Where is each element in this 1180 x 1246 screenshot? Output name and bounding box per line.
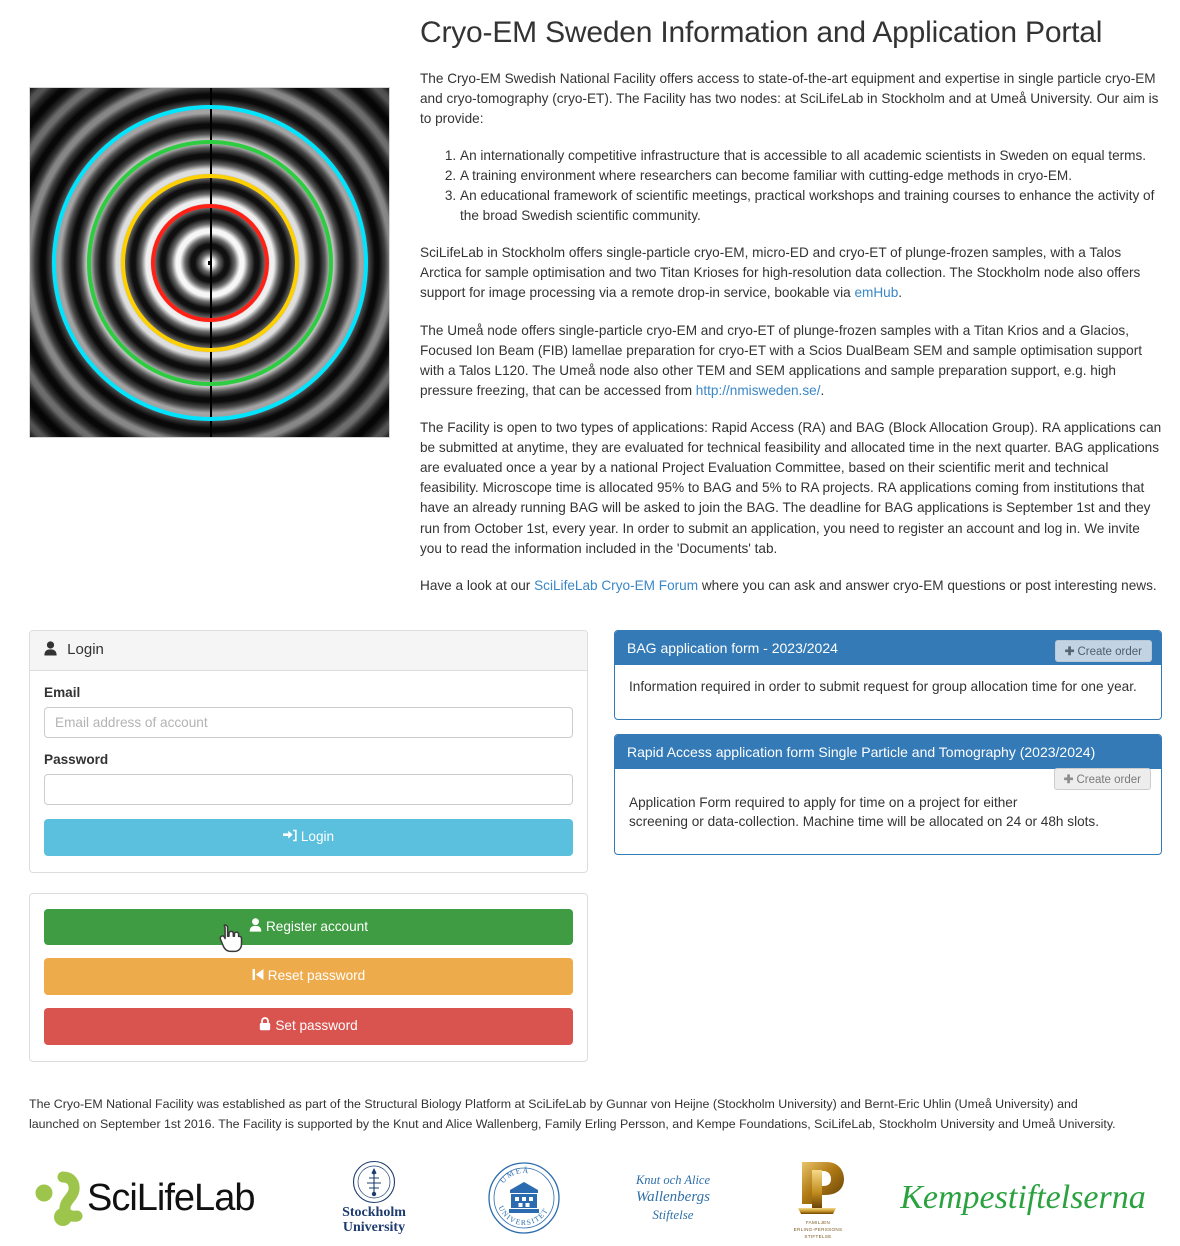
login-panel-body: Email Password Login (30, 671, 587, 872)
plus-icon: ✚ (1063, 773, 1074, 786)
umea-seal-top-text: UMEÅ (498, 1166, 529, 1185)
stockholm-university-line1: Stockholm (342, 1205, 406, 1221)
panels-section: Login Email Password Login (0, 629, 1180, 1082)
step-backward-icon (252, 968, 264, 986)
stockholm-text-a: SciLifeLab in Stockholm offers single-pa… (420, 245, 1141, 301)
nmisweden-link[interactable]: http://nmisweden.se/ (696, 383, 821, 398)
scilifelab-mark-icon (35, 1171, 83, 1227)
aims-list-item: An educational framework of scientific m… (460, 186, 1162, 226)
kaw-line-2: Wallenbergs (636, 1189, 710, 1206)
email-input[interactable] (44, 706, 573, 738)
email-field-group: Email (44, 685, 573, 738)
account-actions-body: Register account Reset password Set pass… (30, 894, 587, 1061)
set-password-button[interactable]: Set password (44, 1007, 573, 1045)
cryo-em-forum-link[interactable]: SciLifeLab Cryo-EM Forum (534, 578, 698, 593)
login-button[interactable]: Login (44, 818, 573, 856)
ctf-left-half (30, 88, 210, 437)
login-panel-title: Login (67, 640, 104, 658)
order-form-bag-description: Information required in order to submit … (629, 678, 1137, 694)
lock-icon (259, 1017, 271, 1036)
order-forms-column: BAG application form - 2023/2024 ✚ Create… (588, 629, 1162, 1082)
left-panel-column: Login Email Password Login (0, 629, 588, 1082)
password-label: Password (44, 751, 109, 767)
aims-list-item: A training environment where researchers… (460, 166, 1162, 186)
umea-paragraph: The Umeå node offers single-particle cry… (420, 321, 1162, 401)
umea-university-logo: UMEÅ UNIVERSITET (450, 1160, 598, 1236)
erling-persson-line-2: ERLING-PERSSONS (793, 1226, 843, 1232)
scilifelab-wordmark: SciLifeLab (87, 1176, 255, 1219)
ctf-right-half (209, 88, 389, 437)
kaw-line-1: Knut och Alice (635, 1172, 711, 1187)
password-field-group: Password (44, 752, 573, 805)
page-root: Cryo-EM Sweden Information and Applicati… (0, 0, 1180, 1246)
aims-list: An internationally competitive infrastru… (420, 146, 1162, 226)
reset-password-button[interactable]: Reset password (44, 958, 573, 995)
umea-university-seal-icon: UMEÅ UNIVERSITET (488, 1162, 560, 1234)
kaw-line-3: Stiftelse (652, 1207, 694, 1223)
erling-persson-line-1: FAMILJEN (805, 1219, 831, 1225)
stockholm-university-line2: University (342, 1220, 406, 1236)
stockholm-university-seal-icon (352, 1161, 396, 1204)
create-order-button-rapid-access[interactable]: ✚ Create order (1053, 767, 1151, 790)
ctf-center-dot (207, 260, 212, 265)
create-order-bag-label: Create order (1077, 645, 1142, 658)
login-panel: Login Email Password Login (29, 629, 588, 873)
knut-alice-wallenberg-logo: Knut och Alice Wallenbergs Stiftelse (598, 1173, 748, 1224)
register-account-label: Register account (265, 918, 368, 934)
user-icon (44, 641, 57, 660)
emhub-link[interactable]: emHub (854, 285, 898, 300)
applications-paragraph: The Facility is open to two types of app… (420, 420, 1162, 556)
kempestiftelserna-wordmark: Kempestiftelserna (900, 1179, 1146, 1217)
stockholm-university-logo: Stockholm University (298, 1160, 450, 1235)
family-erling-persson-logo: FAMILJEN ERLING-PERSSONS STIFTELSE (748, 1156, 888, 1241)
order-form-bag: BAG application form - 2023/2024 ✚ Create… (614, 629, 1162, 720)
stockholm-paragraph: SciLifeLab in Stockholm offers single-pa… (420, 243, 1162, 303)
intro-text-column: Cryo-EM Sweden Information and Applicati… (415, 0, 1180, 613)
erling-persson-line-3: STIFTELSE (804, 1233, 832, 1239)
order-form-rapid-access: Rapid Access application form Single Par… (614, 733, 1162, 856)
email-label: Email (44, 684, 81, 700)
set-password-label: Set password (275, 1017, 358, 1033)
ctf-image-column (0, 0, 415, 613)
order-form-rapid-access-header: Rapid Access application form Single Par… (615, 734, 1161, 769)
create-order-rapid-access-label: Create order (1076, 773, 1141, 786)
umea-text-b: . (820, 382, 825, 398)
register-account-button[interactable]: Register account (44, 908, 573, 946)
account-actions-panel: Register account Reset password Set pass… (29, 892, 588, 1062)
erling-persson-p-mark-icon (798, 1161, 844, 1214)
aims-list-item: An internationally competitive infrastru… (460, 146, 1162, 166)
svg-text:UMEÅ: UMEÅ (498, 1166, 530, 1185)
forum-text-a: Have a look at our (420, 577, 535, 593)
footer-description: The Cryo-EM National Facility was establ… (29, 1096, 1116, 1131)
stockholm-text-b: . (898, 285, 903, 301)
reset-password-label: Reset password (267, 968, 366, 984)
ctf-power-spectrum-image (29, 87, 390, 438)
sign-in-icon (282, 829, 297, 847)
rapid-access-desc-line-2: screening or data-collection. Machine ti… (629, 814, 1099, 830)
scilifelab-logo: SciLifeLab (33, 1169, 298, 1227)
forum-text-b: where you can ask and answer cryo-EM que… (698, 577, 1157, 593)
rapid-access-desc-line-1: Application Form required to apply for t… (629, 794, 1018, 810)
sponsor-logo-bar: SciLifeLab Stockholm University UMEÅ UNI… (0, 1134, 1180, 1241)
order-form-bag-title: BAG application form - 2023/2024 (627, 639, 838, 656)
kempestiftelserna-logo: Kempestiftelserna (888, 1179, 1158, 1217)
plus-icon: ✚ (1064, 645, 1075, 658)
user-icon (249, 917, 262, 937)
intro-paragraph-1: The Cryo-EM Swedish National Facility of… (420, 70, 1159, 126)
intro-section: Cryo-EM Sweden Information and Applicati… (0, 0, 1180, 613)
order-form-rapid-access-title: Rapid Access application form Single Par… (627, 743, 1096, 760)
login-button-label: Login (300, 828, 335, 844)
page-title: Cryo-EM Sweden Information and Applicati… (420, 16, 1103, 49)
login-panel-heading: Login (30, 630, 587, 671)
create-order-button-bag[interactable]: ✚ Create order (1054, 639, 1152, 662)
password-input[interactable] (44, 773, 573, 805)
forum-paragraph: Have a look at our SciLifeLab Cryo-EM Fo… (420, 576, 1162, 596)
